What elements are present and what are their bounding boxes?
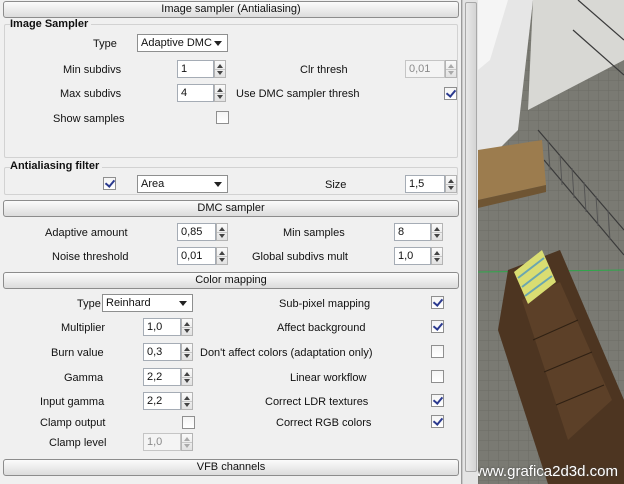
correct-ldr-checkbox[interactable] <box>431 394 444 407</box>
clamp-output-label: Clamp output <box>40 417 106 429</box>
dont-affect-colors-label: Don't affect colors (adaptation only) <box>200 347 373 359</box>
noise-threshold-label: Noise threshold <box>52 251 129 263</box>
multiplier-value[interactable]: 1,0 <box>143 318 181 336</box>
rollout-vfb-channels[interactable]: VFB channels <box>3 459 459 476</box>
clamp-level-value[interactable]: 1,0 <box>143 433 181 451</box>
adaptive-amount-label: Adaptive amount <box>45 227 128 239</box>
multiplier-spinner[interactable]: 1,0 <box>143 318 193 336</box>
spinner-arrows-icon[interactable] <box>214 84 226 102</box>
input-gamma-value[interactable]: 2,2 <box>143 392 181 410</box>
min-samples-value[interactable]: 8 <box>394 223 431 241</box>
correct-rgb-checkbox[interactable] <box>431 415 444 428</box>
global-subdivs-spinner[interactable]: 1,0 <box>394 247 443 265</box>
render-viewport: © www.grafica2d3d.com <box>478 0 624 484</box>
global-subdivs-value[interactable]: 1,0 <box>394 247 431 265</box>
spinner-arrows-icon[interactable] <box>181 392 193 410</box>
multiplier-label: Multiplier <box>61 322 106 334</box>
use-dmc-thresh-checkbox[interactable] <box>444 87 457 100</box>
spinner-arrows-icon[interactable] <box>216 223 228 241</box>
chevron-down-icon <box>214 41 222 46</box>
input-gamma-label: Input gamma <box>40 396 105 408</box>
sampler-type-value: Adaptive DMC <box>141 37 212 49</box>
gamma-label: Gamma <box>64 372 104 384</box>
cm-type-value: Reinhard <box>106 297 151 309</box>
clr-thresh-label: Clr thresh <box>300 64 348 76</box>
input-gamma-spinner[interactable]: 2,2 <box>143 392 193 410</box>
correct-rgb-label: Correct RGB colors <box>276 417 372 429</box>
linear-workflow-checkbox[interactable] <box>431 370 444 383</box>
clamp-output-checkbox[interactable] <box>182 416 195 429</box>
spinner-arrows-icon[interactable] <box>181 368 193 386</box>
spinner-arrows-icon[interactable] <box>181 343 193 361</box>
max-subdivs-value[interactable]: 4 <box>177 84 214 102</box>
subpixel-mapping-checkbox[interactable] <box>431 296 444 309</box>
rollout-image-sampler[interactable]: Image sampler (Antialiasing) <box>3 1 459 18</box>
gamma-spinner[interactable]: 2,2 <box>143 368 193 386</box>
global-subdivs-label: Global subdivs mult <box>252 251 348 263</box>
spinner-arrows-icon[interactable] <box>181 318 193 336</box>
aa-size-label: Size <box>325 179 347 191</box>
clr-thresh-spinner[interactable]: 0,01 <box>405 60 457 78</box>
spinner-arrows-icon[interactable] <box>216 247 228 265</box>
subpixel-mapping-label: Sub-pixel mapping <box>279 298 371 310</box>
aa-filter-dropdown[interactable]: Area <box>137 175 228 193</box>
image-sampler-group-title: Image Sampler <box>10 18 92 30</box>
linear-workflow-label: Linear workflow <box>290 372 367 384</box>
max-subdivs-spinner[interactable]: 4 <box>177 84 227 102</box>
aa-filter-enable-checkbox[interactable] <box>103 177 116 190</box>
noise-threshold-spinner[interactable]: 0,01 <box>177 247 229 265</box>
max-subdivs-label: Max subdivs <box>60 88 122 100</box>
burn-value-value[interactable]: 0,3 <box>143 343 181 361</box>
panel-scrollbar[interactable] <box>462 0 478 484</box>
aa-filter-group-title: Antialiasing filter <box>10 160 103 172</box>
min-samples-label: Min samples <box>283 227 345 239</box>
cm-type-label: Type <box>77 298 101 310</box>
cm-type-dropdown[interactable]: Reinhard <box>102 294 193 312</box>
affect-background-checkbox[interactable] <box>431 320 444 333</box>
scrollbar-thumb[interactable] <box>465 2 477 472</box>
noise-threshold-value[interactable]: 0,01 <box>177 247 216 265</box>
min-subdivs-spinner[interactable]: 1 <box>177 60 227 78</box>
use-dmc-thresh-label: Use DMC sampler thresh <box>236 88 360 100</box>
clr-thresh-value[interactable]: 0,01 <box>405 60 445 78</box>
aa-size-spinner[interactable]: 1,5 <box>405 175 457 193</box>
viewport-scene <box>478 0 624 484</box>
dont-affect-colors-checkbox[interactable] <box>431 345 444 358</box>
spinner-arrows-icon[interactable] <box>431 247 443 265</box>
spinner-arrows-icon[interactable] <box>445 60 457 78</box>
correct-ldr-label: Correct LDR textures <box>265 396 369 408</box>
spinner-arrows-icon[interactable] <box>181 433 193 451</box>
sampler-type-label: Type <box>93 38 117 50</box>
show-samples-label: Show samples <box>53 113 125 125</box>
spinner-arrows-icon[interactable] <box>445 175 457 193</box>
spinner-arrows-icon[interactable] <box>214 60 226 78</box>
burn-value-spinner[interactable]: 0,3 <box>143 343 193 361</box>
aa-filter-value: Area <box>141 178 165 190</box>
clamp-level-label: Clamp level <box>49 437 107 449</box>
watermark-text: © www.grafica2d3d.com <box>478 463 618 480</box>
render-settings-panel: Image sampler (Antialiasing) Image Sampl… <box>0 0 462 484</box>
sampler-type-dropdown[interactable]: Adaptive DMC <box>137 34 228 52</box>
adaptive-amount-spinner[interactable]: 0,85 <box>177 223 229 241</box>
min-subdivs-value[interactable]: 1 <box>177 60 214 78</box>
clamp-level-spinner[interactable]: 1,0 <box>143 433 193 451</box>
chevron-down-icon <box>179 301 187 306</box>
adaptive-amount-value[interactable]: 0,85 <box>177 223 216 241</box>
affect-background-label: Affect background <box>277 322 366 334</box>
chevron-down-icon <box>214 182 222 187</box>
show-samples-checkbox[interactable] <box>216 111 229 124</box>
min-subdivs-label: Min subdivs <box>63 64 122 76</box>
burn-value-label: Burn value <box>51 347 104 359</box>
spinner-arrows-icon[interactable] <box>431 223 443 241</box>
aa-size-value[interactable]: 1,5 <box>405 175 445 193</box>
gamma-value[interactable]: 2,2 <box>143 368 181 386</box>
min-samples-spinner[interactable]: 8 <box>394 223 443 241</box>
rollout-color-mapping[interactable]: Color mapping <box>3 272 459 289</box>
rollout-dmc-sampler[interactable]: DMC sampler <box>3 200 459 217</box>
